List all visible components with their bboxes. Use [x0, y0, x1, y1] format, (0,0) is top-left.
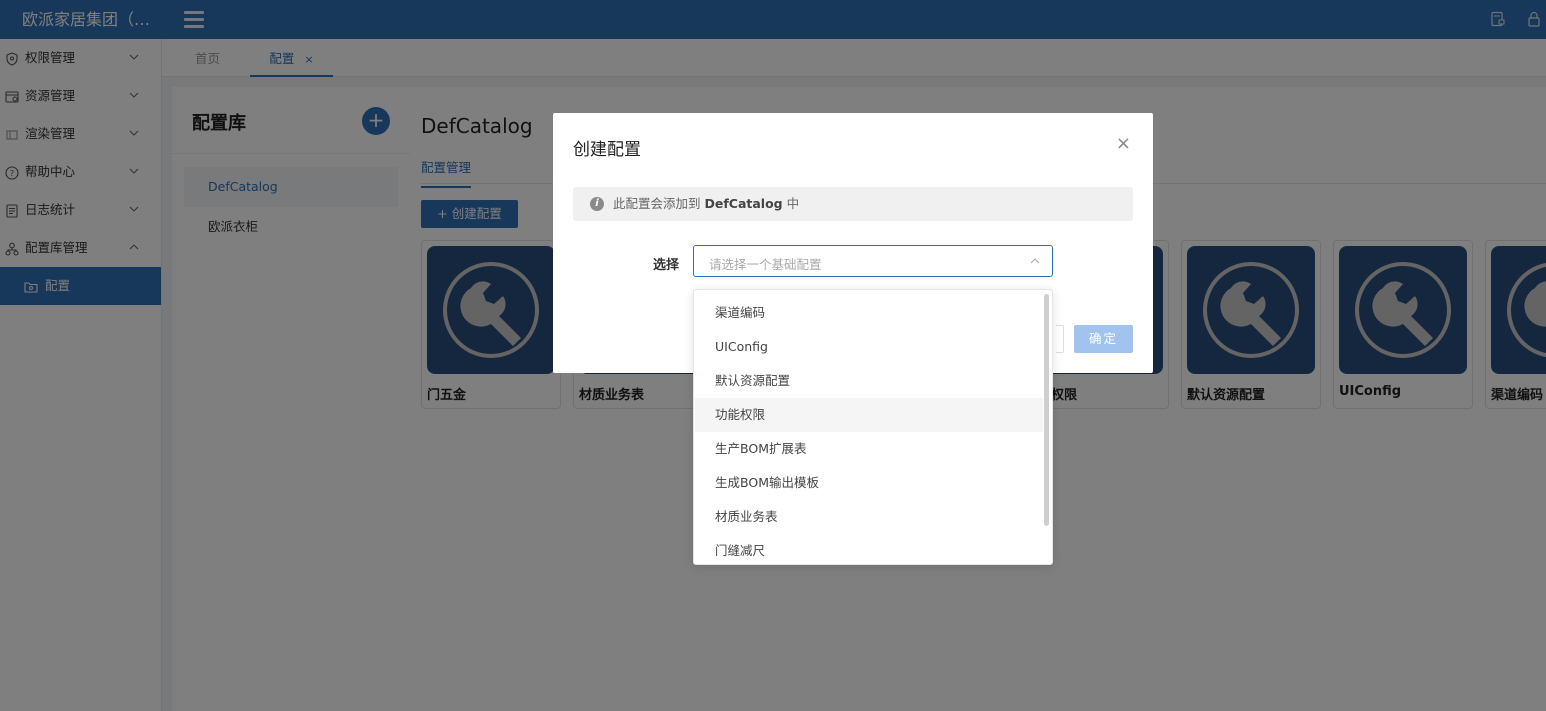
dropdown-option[interactable]: UIConfig [695, 330, 1043, 364]
close-icon[interactable]: × [1116, 133, 1131, 154]
dropdown-option[interactable]: 生成BOM输出模板 [695, 466, 1043, 500]
ok-button[interactable]: 确定 [1074, 325, 1133, 353]
cancel-button[interactable] [1056, 325, 1064, 353]
dropdown-option[interactable]: 门缝减尺 [695, 534, 1043, 564]
info-alert: i 此配置会添加到 DefCatalog 中 [573, 187, 1133, 221]
dropdown-option[interactable]: 渠道编码 [695, 296, 1043, 330]
alert-suffix: 中 [782, 196, 800, 211]
dropdown-option[interactable]: 生产BOM扩展表 [695, 432, 1043, 466]
select-label: 选择 [653, 258, 680, 273]
dropdown-scrollbar[interactable] [1044, 294, 1049, 526]
select-dropdown: 渠道编码 UIConfig 默认资源配置 功能权限 生产BOM扩展表 生成BOM… [693, 289, 1053, 565]
base-config-select[interactable]: 请选择一个基础配置 [693, 245, 1053, 277]
alert-catalog-name: DefCatalog [704, 196, 783, 211]
chevron-up-icon [1030, 258, 1040, 264]
dropdown-option[interactable]: 材质业务表 [695, 500, 1043, 534]
alert-prefix: 此配置会添加到 [613, 196, 705, 211]
dialog-title: 创建配置 [573, 140, 641, 160]
select-placeholder: 请选择一个基础配置 [709, 257, 822, 272]
dropdown-option[interactable]: 功能权限 [695, 398, 1043, 432]
info-icon: i [590, 197, 604, 211]
dropdown-option[interactable]: 默认资源配置 [695, 364, 1043, 398]
